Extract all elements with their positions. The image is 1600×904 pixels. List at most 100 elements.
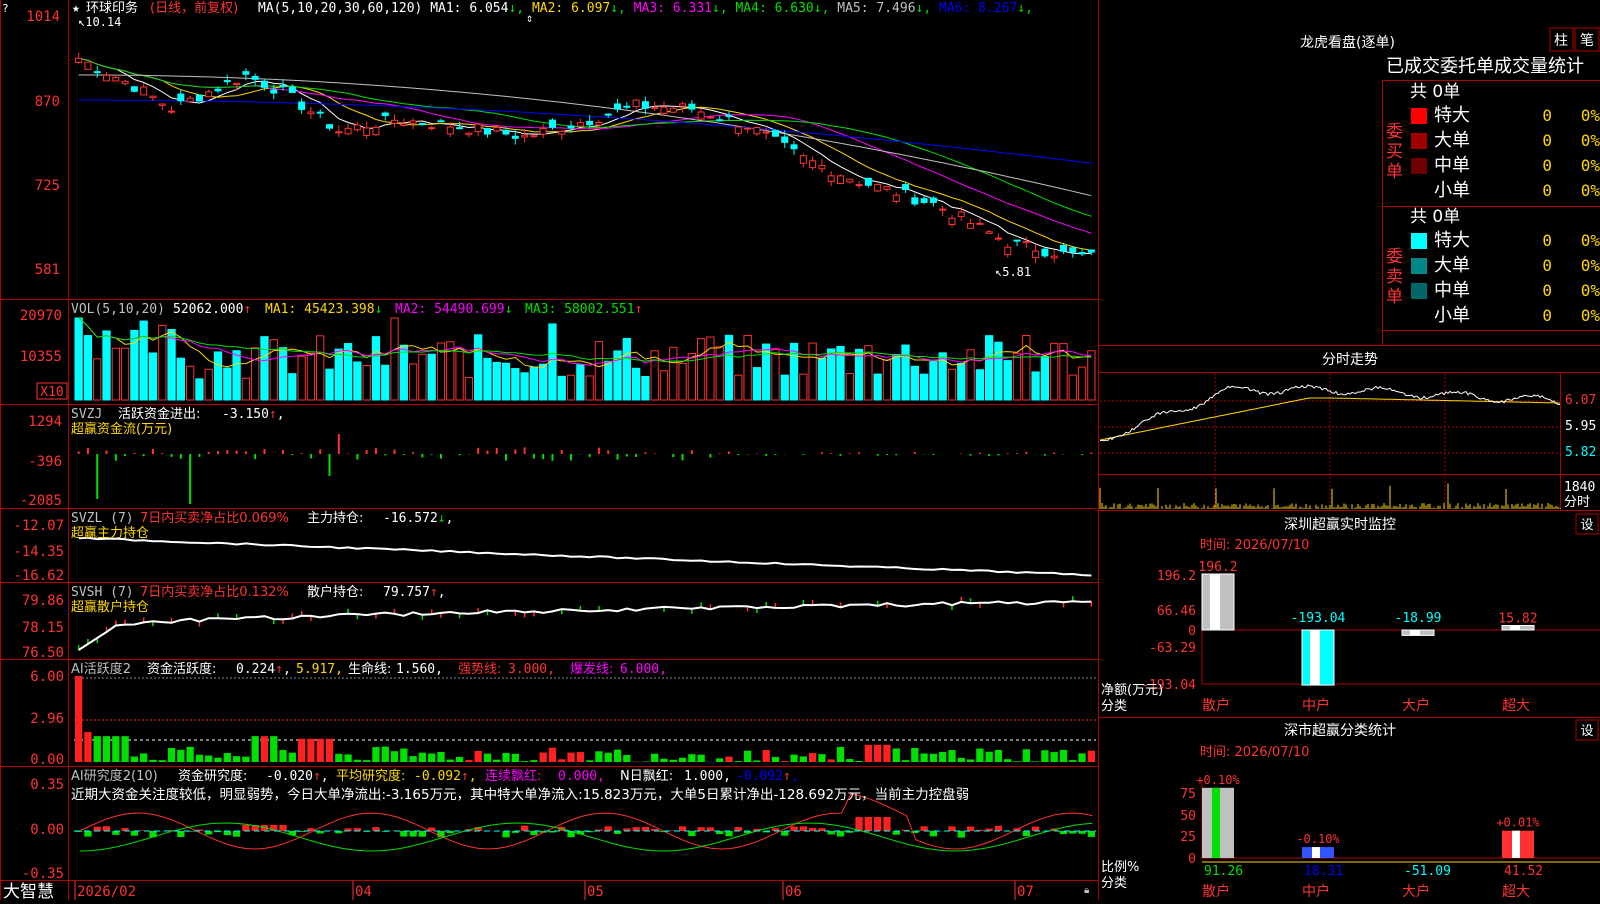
activity-bar <box>828 759 835 762</box>
activity-bar <box>948 750 955 762</box>
help-icon[interactable]: ? <box>2 2 9 15</box>
activity-bar <box>1078 753 1085 762</box>
svsh-text: 7日内买卖净占比0.132% <box>140 584 289 600</box>
volume-bar <box>224 368 231 400</box>
activity-bar <box>363 760 370 762</box>
activity-bar <box>660 759 667 762</box>
dragon-panel: 龙虎看盘(逐单) 柱 笔 已成交 委托单 成交量统计 共 0单委买单特大00%大… <box>1300 28 1600 326</box>
stats-unit: 比例% <box>1101 860 1139 875</box>
activity-bar <box>279 750 286 762</box>
candle-body <box>159 104 165 105</box>
ma-lines <box>79 58 1092 254</box>
minute-chart[interactable] <box>1100 373 1560 510</box>
activity-bar <box>855 761 862 762</box>
candle-body <box>949 218 955 224</box>
candle-body <box>429 128 435 129</box>
candle-body <box>392 120 398 123</box>
stats-bar-chart[interactable]: 7550250+0.10%91.26散户-0.10%18.31中户-51.09大… <box>1180 773 1600 900</box>
candle-body <box>652 107 658 108</box>
candle-body <box>791 145 797 149</box>
buy-row-count: 0 <box>1542 106 1552 125</box>
candle-body <box>838 176 844 184</box>
ai-activity-chart[interactable] <box>74 676 1096 762</box>
monitor-bar-chart[interactable]: 196.266.460-63.29-193.04196.2散户-193.04中户… <box>1141 560 1600 714</box>
star-icon[interactable]: ★ <box>72 1 80 16</box>
res-label: AI研究度2(10) <box>71 768 158 784</box>
volume-bar <box>456 349 463 400</box>
activity-bar <box>502 753 509 762</box>
volume-bar <box>772 350 779 400</box>
stats-category: 大户 <box>1402 883 1430 900</box>
stats-value: -51.09 <box>1404 864 1451 879</box>
tab-orders[interactable]: 委托单 <box>1440 56 1494 77</box>
svsh-text2: 散户持仓: <box>307 584 363 600</box>
minute-vol-tick: 1840 <box>1564 480 1595 495</box>
volume-bar <box>605 361 612 400</box>
vol-tick-1: 20970 <box>20 308 62 324</box>
candle-body <box>1023 241 1029 242</box>
svsh-value: 79.757↑, <box>383 585 446 600</box>
sell-side-label: 单 <box>1386 287 1403 307</box>
monitor-bar-highlight <box>1310 630 1320 685</box>
activity-bar <box>196 755 203 762</box>
candle-body <box>1042 249 1048 256</box>
volume-bar <box>1069 375 1076 400</box>
price-chart[interactable] <box>76 53 1095 263</box>
activity-bar <box>475 751 482 762</box>
volume-bar <box>725 335 732 400</box>
stats-value: 91.26 <box>1204 864 1243 879</box>
candle-body <box>234 83 240 84</box>
vol-header: VOL(5,10,20) 52062.000↑ MA1: 45423.398↓ … <box>71 302 642 317</box>
svzl-text: 7日内买卖净占比0.069% <box>140 510 289 526</box>
candle-body <box>1033 251 1039 258</box>
lock-icon[interactable]: 🔒︎ <box>1084 885 1089 896</box>
volume-bar <box>344 344 351 400</box>
monitor-category: 大户 <box>1402 697 1430 714</box>
candle-body <box>224 81 230 82</box>
activity-bar <box>920 754 927 762</box>
activity-bar <box>186 747 193 762</box>
svzl-chart[interactable] <box>79 538 1092 576</box>
svsh-line <box>79 601 1092 650</box>
volume-bar <box>270 340 277 400</box>
tab-traded[interactable]: 已成交 <box>1386 56 1440 77</box>
volume-bar <box>883 360 890 400</box>
stats-unit2: 分类 <box>1101 876 1127 891</box>
activity-bar <box>651 754 658 762</box>
research-bar <box>828 831 835 834</box>
activity-bar <box>140 753 147 762</box>
candle-body <box>633 100 639 106</box>
svsh-chart[interactable] <box>79 596 1092 650</box>
svsh-tick-2: 78.15 <box>22 620 64 636</box>
act-v3: 1.560, <box>396 662 443 677</box>
minute-title: 分时走势 <box>1322 352 1378 368</box>
frame-lines <box>0 0 1600 900</box>
research-bar <box>112 831 119 835</box>
activity-bar <box>846 759 853 762</box>
activity-bar <box>744 751 751 762</box>
activity-bar <box>84 732 91 762</box>
activity-bar <box>168 748 175 762</box>
research-bar <box>967 826 974 831</box>
volume-bar <box>930 362 937 400</box>
activity-bar <box>261 736 268 762</box>
volume-chart[interactable] <box>75 317 1095 400</box>
stats-tick: 50 <box>1180 809 1196 824</box>
candle-body <box>522 135 528 137</box>
volume-bar <box>382 365 389 400</box>
date-tick-4: 06 <box>785 884 802 900</box>
volume-bar <box>484 358 491 400</box>
candle-body <box>475 124 481 131</box>
brand-logo: 大智慧 <box>3 882 54 900</box>
svzl-tick-3: -16.62 <box>13 568 64 584</box>
candle-body <box>1088 250 1094 252</box>
minute-vol-unit: 分时 <box>1564 495 1590 510</box>
tab-volume-stats[interactable]: 成交量统计 <box>1494 56 1584 77</box>
ma-header: MA(5,10,20,30,60,120) MA1: 6.054↓, MA2: … <box>258 1 1033 16</box>
monitor-panel: 深圳超赢实时监控 设 时间: 2026/07/10 196.266.460-63… <box>1101 514 1600 714</box>
monitor-tick: -63.29 <box>1149 641 1196 656</box>
candle-body <box>373 127 379 134</box>
svzj-text: 活跃资金进出: <box>118 406 200 422</box>
svzj-chart[interactable] <box>79 434 1092 504</box>
act-k3: 生命线: <box>348 661 391 677</box>
